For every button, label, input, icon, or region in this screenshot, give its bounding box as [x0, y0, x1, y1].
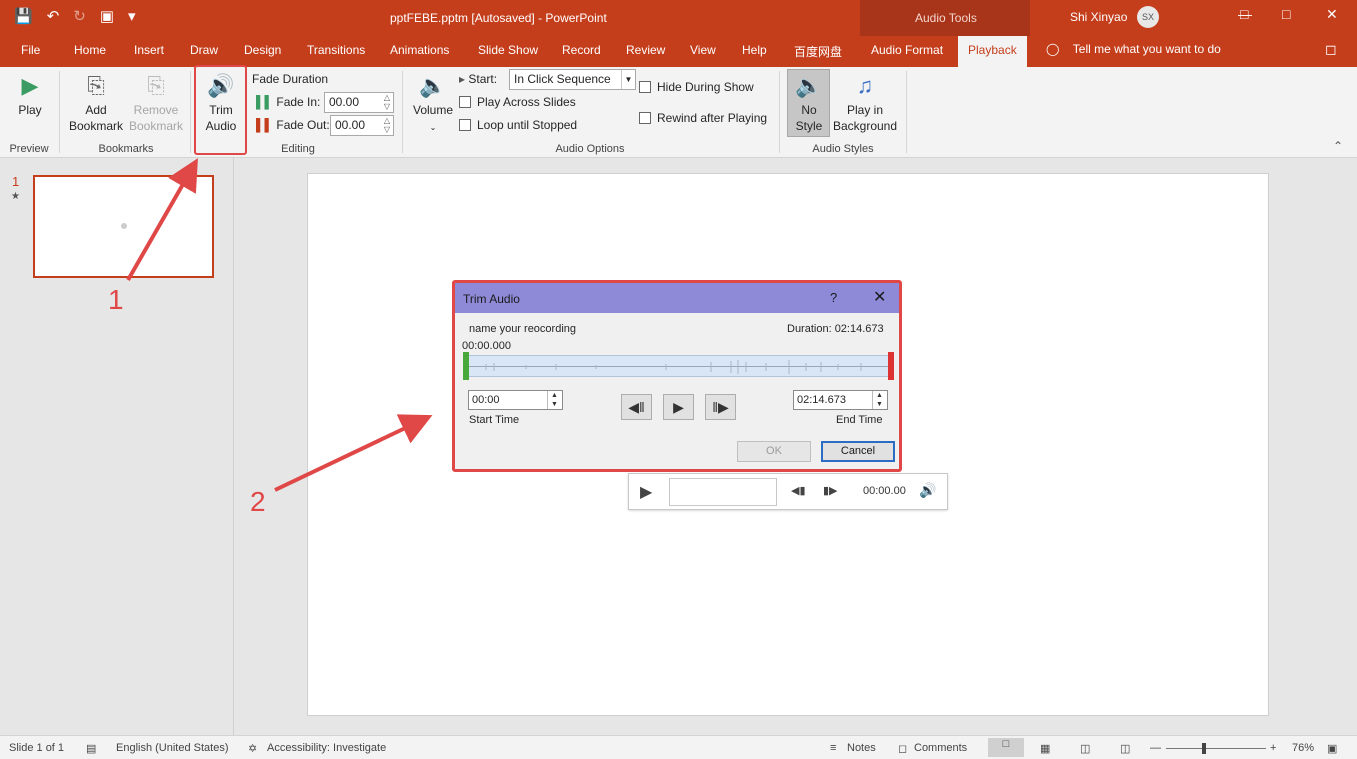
notes-button[interactable]: Notes	[847, 742, 876, 754]
comments-button[interactable]: Comments	[914, 742, 967, 754]
comments-icon: ◻	[898, 743, 908, 755]
status-bar: Slide 1 of 1 ▤ English (United States) ✡…	[0, 735, 1357, 759]
notes-icon: ≡	[830, 742, 837, 754]
annotation-number-2: 2	[250, 486, 266, 517]
zoom-in-icon[interactable]: +	[1270, 742, 1276, 754]
zoom-out-icon[interactable]: —	[1150, 742, 1161, 754]
normal-view-icon[interactable]: □	[988, 738, 1024, 757]
zoom-slider-thumb[interactable]	[1202, 743, 1206, 754]
zoom-slider[interactable]	[1166, 748, 1266, 749]
slide-sorter-icon[interactable]: ▦	[1040, 742, 1050, 755]
accessibility-icon: ✡	[248, 743, 258, 755]
arrow-2	[274, 414, 433, 492]
reading-view-icon[interactable]: ◫	[1080, 742, 1090, 755]
annotation-arrows	[126, 158, 433, 492]
spelling-icon[interactable]: ▤	[86, 742, 96, 755]
language[interactable]: English (United States)	[116, 742, 229, 754]
slide-count: Slide 1 of 1	[9, 742, 65, 754]
zoom-level[interactable]: 76%	[1292, 742, 1314, 754]
annotation-number-1: 1	[108, 284, 124, 315]
slideshow-icon[interactable]: ◫	[1120, 742, 1130, 755]
accessibility-status[interactable]: Accessibility: Investigate	[267, 742, 386, 754]
fit-to-window-icon[interactable]: ▣	[1327, 742, 1337, 755]
arrow-1	[126, 158, 198, 281]
